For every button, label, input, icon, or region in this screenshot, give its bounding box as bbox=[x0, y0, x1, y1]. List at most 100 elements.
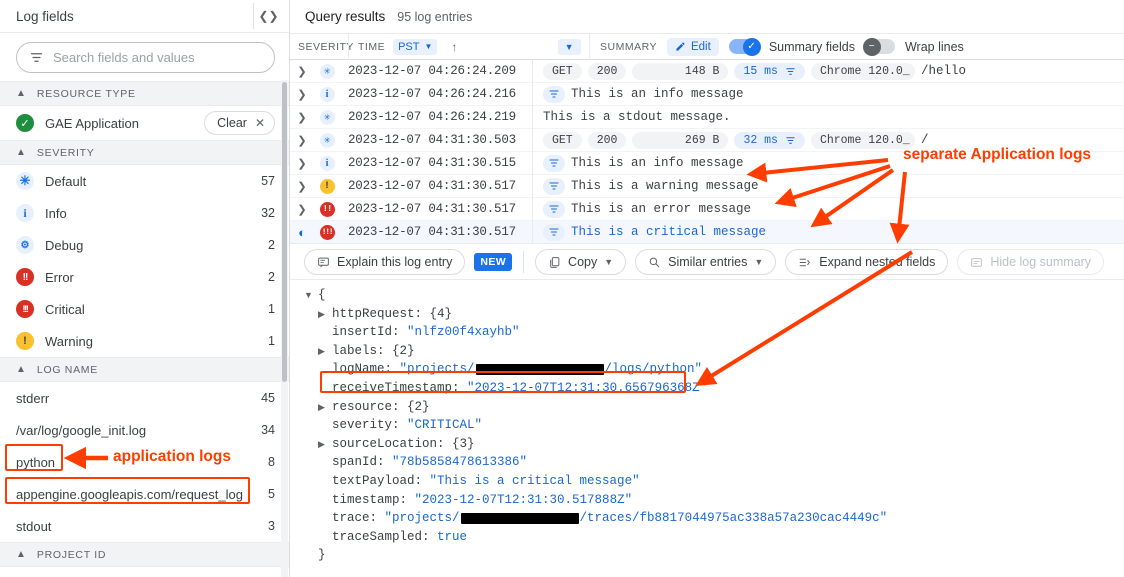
sidebar-item-log-stderr[interactable]: stderr 45 bbox=[0, 382, 289, 414]
json-key: severity bbox=[332, 416, 392, 435]
sidebar-item-log-google-init[interactable]: /var/log/google_init.log 34 bbox=[0, 414, 289, 446]
expand-row-icon[interactable]: ❯ bbox=[290, 180, 314, 193]
row-message: This is a stdout message. bbox=[543, 110, 731, 124]
expand-row-icon[interactable]: ❯ bbox=[290, 134, 314, 147]
table-row[interactable]: ❯ i 2023-12-07 04:26:24.216 This is an i… bbox=[290, 83, 1124, 106]
row-timestamp: 2023-12-07 04:31:30.515 bbox=[340, 156, 532, 170]
chevron-up-icon: ▲ bbox=[16, 148, 26, 158]
json-value: {4} bbox=[430, 305, 453, 324]
table-row[interactable]: ❯ !! 2023-12-07 04:31:30.517 This is an … bbox=[290, 198, 1124, 221]
hide-summary-icon bbox=[970, 256, 983, 269]
triangle-right-icon[interactable]: ▶ bbox=[318, 435, 332, 454]
sidebar-item-severity-info[interactable]: i Info 32 bbox=[0, 197, 289, 229]
table-row[interactable]: ❯ ✳ 2023-12-07 04:31:30.503 GET 200 269 … bbox=[290, 129, 1124, 152]
hide-log-summary-button[interactable]: Hide log summary bbox=[957, 249, 1104, 275]
sidebar-item-severity-error[interactable]: !! Error 2 bbox=[0, 261, 289, 293]
json-key: insertId bbox=[332, 323, 392, 342]
sidebar-item-severity-critical[interactable]: !!! Critical 1 bbox=[0, 293, 289, 325]
response-size-chip: 148 B bbox=[632, 63, 728, 80]
column-header-time: TIME PST ▼ ↑ ▼ bbox=[349, 39, 589, 55]
wrap-lines-toggle[interactable]: − bbox=[865, 39, 895, 54]
log-entry-action-toolbar: Explain this log entry NEW Copy ▼ Simila… bbox=[290, 244, 1124, 280]
log-name: stderr bbox=[16, 391, 250, 406]
search-input[interactable]: Search fields and values bbox=[16, 42, 275, 73]
check-circle-icon: ✓ bbox=[16, 114, 34, 132]
filter-dropdown-icon[interactable]: ▼ bbox=[558, 39, 581, 55]
pencil-icon bbox=[675, 41, 686, 52]
latency-value: 32 ms bbox=[743, 134, 778, 147]
chevron-up-icon: ▲ bbox=[16, 89, 26, 99]
json-value: "78b5858478613386" bbox=[392, 453, 527, 472]
row-timestamp: 2023-12-07 04:26:24.209 bbox=[340, 64, 532, 78]
row-message: This is a critical message bbox=[571, 225, 766, 239]
json-root-open[interactable]: ▼ { bbox=[304, 286, 1124, 305]
log-entry-detail-tree: ▼ { ▶ httpRequest: {4} insertId: "nlfz00… bbox=[290, 280, 1124, 565]
json-key: httpRequest bbox=[332, 305, 415, 324]
similar-entries-button[interactable]: Similar entries ▼ bbox=[635, 249, 776, 275]
row-severity: !!! bbox=[314, 225, 340, 240]
row-severity: ! bbox=[314, 179, 340, 194]
table-row[interactable]: ❯ ✳ 2023-12-07 04:26:24.219 This is a st… bbox=[290, 106, 1124, 129]
latency-chip: 32 ms bbox=[734, 132, 805, 149]
json-field-sourceLocation[interactable]: ▶ sourceLocation: {3} bbox=[304, 435, 1124, 454]
expand-row-icon[interactable]: ❯ bbox=[290, 88, 314, 101]
sidebar-item-log-stdout[interactable]: stdout 3 bbox=[0, 510, 289, 542]
table-row[interactable]: ❯ i 2023-12-07 04:31:30.515 This is an i… bbox=[290, 152, 1124, 175]
table-row-selected[interactable]: ◐ !!! 2023-12-07 04:31:30.517 This is a … bbox=[290, 221, 1124, 244]
sort-ascending-icon[interactable]: ↑ bbox=[451, 40, 458, 54]
http-status-chip: 200 bbox=[588, 63, 627, 80]
toggle-knob: ✓ bbox=[743, 38, 761, 56]
filter-icon bbox=[29, 50, 44, 65]
results-column-bar: SEVERITY TIME PST ▼ ↑ ▼ SUMMARY Edit bbox=[290, 33, 1124, 60]
triangle-right-icon[interactable]: ▶ bbox=[318, 305, 332, 324]
expand-row-icon[interactable]: ❯ bbox=[290, 203, 314, 216]
collapse-panel-icon[interactable]: ❮❯ bbox=[253, 3, 283, 29]
json-value: "2023-12-07T12:31:30.517888Z" bbox=[415, 491, 633, 510]
json-field-labels[interactable]: ▶ labels: {2} bbox=[304, 342, 1124, 361]
severity-name: Default bbox=[45, 174, 250, 189]
sidebar-section-project-id[interactable]: ▲ PROJECT ID bbox=[0, 542, 289, 567]
explain-log-entry-button[interactable]: Explain this log entry bbox=[304, 249, 465, 275]
copy-button[interactable]: Copy ▼ bbox=[535, 249, 626, 275]
results-title: Query results bbox=[305, 0, 385, 33]
expand-row-icon[interactable]: ❯ bbox=[290, 65, 314, 78]
triangle-down-icon[interactable]: ▼ bbox=[304, 286, 318, 305]
sidebar-section-severity[interactable]: ▲ SEVERITY bbox=[0, 140, 289, 165]
request-path: / bbox=[921, 133, 929, 147]
table-row[interactable]: ❯ ! 2023-12-07 04:31:30.517 This is a wa… bbox=[290, 175, 1124, 198]
row-message: This is an info message bbox=[571, 87, 744, 101]
expand-row-icon[interactable]: ❯ bbox=[290, 157, 314, 170]
json-field-resource[interactable]: ▶ resource: {2} bbox=[304, 398, 1124, 417]
logs-explorer: Log fields ❮❯ Search fields and values ▲… bbox=[0, 0, 1124, 577]
table-row[interactable]: ❯ ✳ 2023-12-07 04:26:24.209 GET 200 148 … bbox=[290, 60, 1124, 83]
section-label: LOG NAME bbox=[37, 364, 98, 376]
clear-filter-button[interactable]: Clear ✕ bbox=[204, 111, 275, 135]
severity-warning-icon: ! bbox=[16, 332, 34, 350]
sidebar-section-resource-type[interactable]: ▲ RESOURCE TYPE bbox=[0, 81, 289, 106]
sidebar-section-log-name[interactable]: ▲ LOG NAME bbox=[0, 357, 289, 382]
expand-nested-fields-button[interactable]: Expand nested fields bbox=[785, 249, 948, 275]
sidebar-item-project-partial[interactable] bbox=[0, 567, 289, 577]
json-field-trace: trace: "projects//traces/fb8817044975ac3… bbox=[304, 509, 1124, 528]
severity-name: Error bbox=[45, 270, 257, 285]
collapse-row-icon[interactable]: ◐ bbox=[290, 225, 314, 240]
request-path: /hello bbox=[921, 64, 966, 78]
edit-summary-button[interactable]: Edit bbox=[667, 38, 719, 56]
sidebar-item-severity-debug[interactable]: ⚙ Debug 2 bbox=[0, 229, 289, 261]
column-header-severity: SEVERITY bbox=[290, 41, 348, 53]
timezone-selector[interactable]: PST ▼ bbox=[393, 39, 437, 55]
sidebar-item-gae-application[interactable]: ✓ GAE Application Clear ✕ bbox=[0, 106, 289, 140]
json-value: {2} bbox=[407, 398, 430, 417]
severity-default-icon: ✳ bbox=[320, 110, 335, 125]
sidebar-scrollbar[interactable] bbox=[281, 80, 288, 577]
sidebar-item-severity-default[interactable]: ✳ Default 57 bbox=[0, 165, 289, 197]
summary-fields-toggle[interactable]: ✓ bbox=[729, 39, 759, 54]
expand-row-icon[interactable]: ❯ bbox=[290, 111, 314, 124]
triangle-right-icon[interactable]: ▶ bbox=[318, 398, 332, 417]
summary-field-icon bbox=[543, 86, 565, 103]
triangle-right-icon[interactable]: ▶ bbox=[318, 342, 332, 361]
row-message: This is a warning message bbox=[571, 179, 759, 193]
severity-name: Debug bbox=[45, 238, 257, 253]
json-field-httpRequest[interactable]: ▶ httpRequest: {4} bbox=[304, 305, 1124, 324]
sidebar-item-severity-warning[interactable]: ! Warning 1 bbox=[0, 325, 289, 357]
